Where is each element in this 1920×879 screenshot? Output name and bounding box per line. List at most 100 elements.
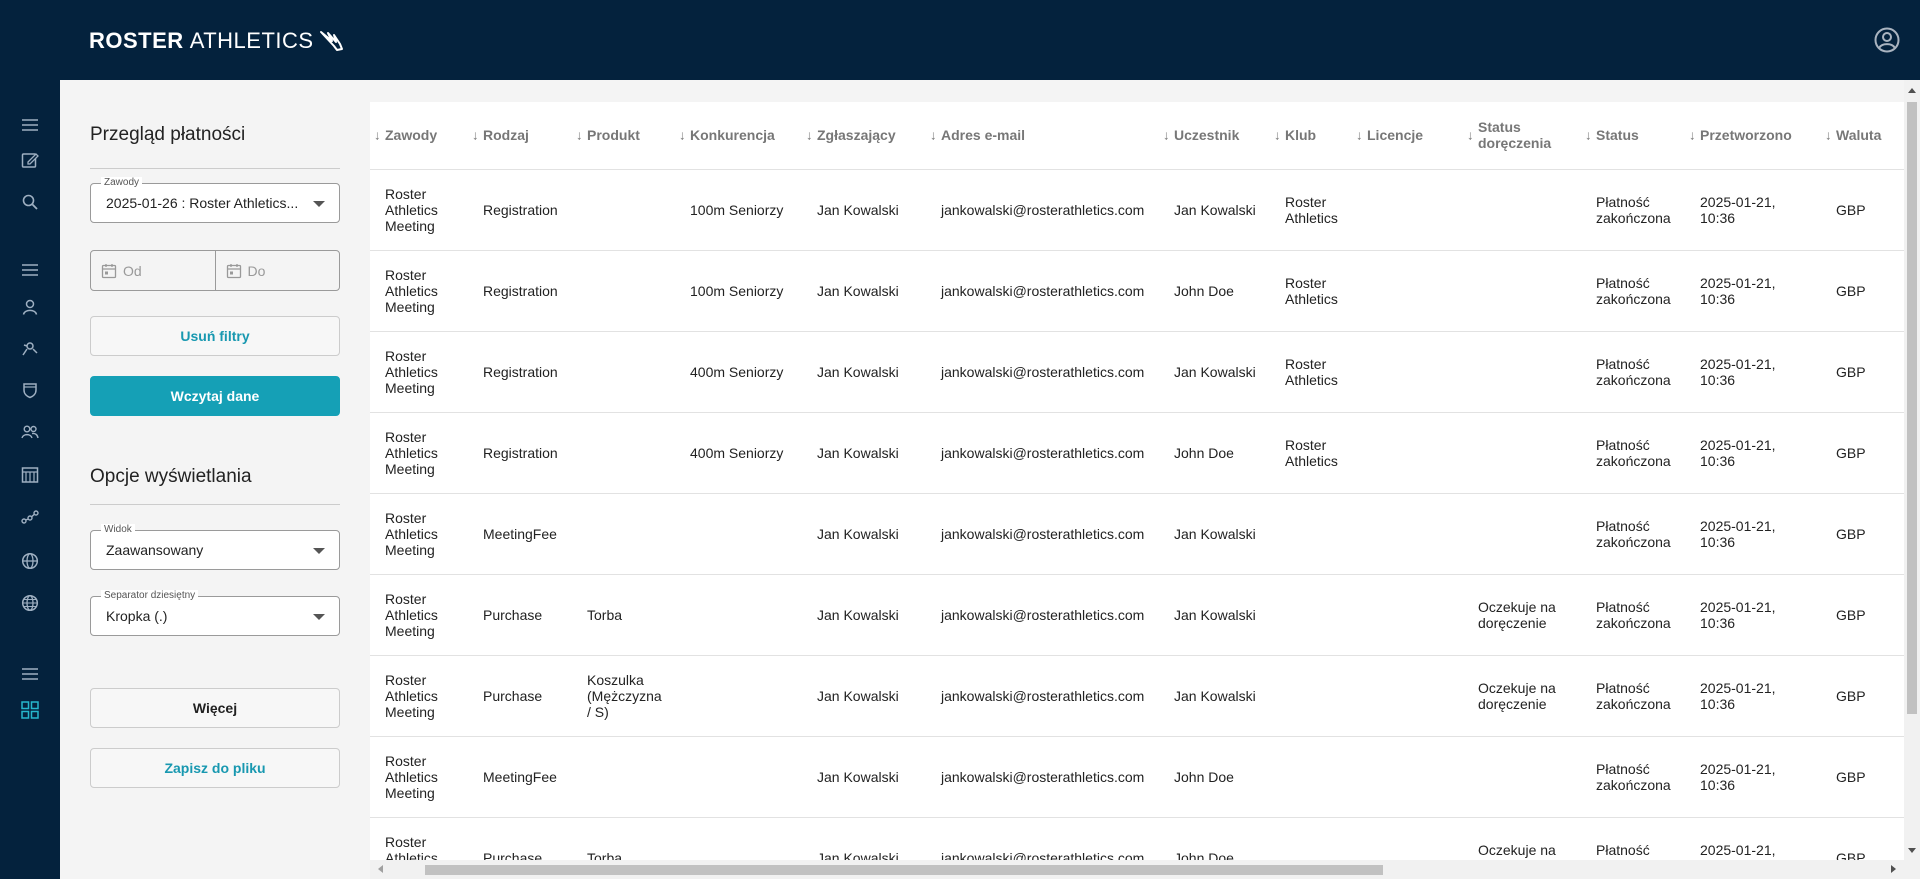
horizontal-scrollbar[interactable] (370, 860, 1904, 879)
person-icon[interactable] (20, 297, 40, 317)
table-cell: Roster Athletics (1270, 331, 1352, 413)
column-header[interactable]: ↓ Adres e-mail (926, 102, 1159, 170)
table-cell: Płatność zakończona (1581, 574, 1685, 656)
table-cell: 100m Seniorzy (675, 169, 802, 251)
more-button[interactable]: Więcej (90, 688, 340, 728)
table-cell: jankowalski@rosterathletics.com (926, 169, 1159, 251)
save-to-file-button[interactable]: Zapisz do pliku (90, 748, 340, 788)
scroll-left-icon[interactable] (378, 865, 383, 873)
people-icon[interactable] (20, 422, 40, 442)
column-header[interactable]: ↓ Produkt (572, 102, 675, 170)
table-cell: Płatność zakończona (1581, 331, 1685, 413)
column-header[interactable]: ↓ Uczestnik (1159, 102, 1270, 170)
sort-arrow-icon[interactable]: ↓ (1689, 128, 1696, 143)
view-label: Widok (101, 524, 135, 536)
edit-icon[interactable] (20, 150, 40, 170)
table-row[interactable]: Roster Athletics Meeting Registration 400m… (370, 331, 1904, 413)
cell-text: 2025-01-21, 10:36 (1700, 436, 1776, 469)
competition-label: Zawody (101, 177, 143, 189)
table-row[interactable]: Roster Athletics Meeting Purchase Koszulka… (370, 655, 1904, 737)
menu-icon[interactable] (20, 664, 40, 684)
sort-arrow-icon[interactable]: ↓ (930, 128, 937, 143)
table-row[interactable]: Roster Athletics Meeting MeetingFee Jan Ko… (370, 493, 1904, 575)
table-row[interactable]: Roster Athletics Meeting Purchase Torba Jan… (370, 817, 1904, 860)
table-cell: Torba (572, 817, 675, 860)
scroll-up-icon[interactable] (1908, 88, 1916, 93)
scrollbar-thumb[interactable] (1907, 102, 1917, 714)
view-select[interactable]: Widok Zaawansowany (90, 524, 340, 570)
brand-logo[interactable]: ROSTER ATHLETICS (89, 28, 346, 54)
sort-arrow-icon[interactable]: ↓ (1585, 128, 1592, 143)
cell-text: 2025-01-21, 10:36 (1700, 679, 1776, 712)
table-cell: GBP (1821, 574, 1904, 656)
menu-icon[interactable] (20, 115, 40, 135)
globe-icon[interactable] (20, 593, 40, 613)
table-cell: Jan Kowalski (1159, 493, 1270, 575)
cell-text: Płatność zakończona (1596, 598, 1671, 631)
sort-arrow-icon[interactable]: ↓ (1356, 128, 1363, 143)
date-to-input[interactable]: Do (216, 251, 340, 290)
table-cell: Płatność zakończona (1581, 736, 1685, 818)
table-row[interactable]: Roster Athletics Meeting Registration 100m… (370, 169, 1904, 251)
scroll-right-icon[interactable] (1891, 865, 1896, 873)
sort-arrow-icon[interactable]: ↓ (1163, 128, 1170, 143)
table-cell: Registration (468, 169, 572, 251)
table-cell (1352, 412, 1463, 494)
table-cell (1270, 574, 1352, 656)
scrollbar-thumb[interactable] (425, 865, 1383, 875)
sort-arrow-icon[interactable]: ↓ (576, 128, 583, 143)
table-cell: Roster Athletics Meeting (370, 817, 468, 860)
vertical-scrollbar[interactable] (1904, 80, 1920, 861)
sort-arrow-icon[interactable]: ↓ (1467, 128, 1474, 143)
decimal-separator-select[interactable]: Separator dziesiętny Kropka (.) (90, 590, 340, 636)
table-row[interactable]: Roster Athletics Meeting MeetingFee Jan Ko… (370, 736, 1904, 818)
globe-icon[interactable] (20, 551, 40, 571)
table-cell (1352, 574, 1463, 656)
column-header-label: Rodzaj (483, 127, 529, 144)
table-cell: Jan Kowalski (802, 331, 926, 413)
competition-select[interactable]: Zawody 2025-01-26 : Roster Athletics... (90, 177, 340, 223)
column-header[interactable]: ↓ Waluta (1821, 102, 1904, 170)
person-run-icon[interactable] (20, 338, 40, 358)
table-cell: Jan Kowalski (1159, 574, 1270, 656)
column-header[interactable]: ↓ Zgłaszający (802, 102, 926, 170)
chevron-down-icon (313, 614, 325, 620)
table-cell: John Doe (1159, 817, 1270, 860)
sort-arrow-icon[interactable]: ↓ (1825, 128, 1832, 143)
search-icon[interactable] (20, 192, 40, 212)
table-cell (572, 169, 675, 251)
sort-arrow-icon[interactable]: ↓ (1274, 128, 1281, 143)
clear-filters-button[interactable]: Usuń filtry (90, 316, 340, 356)
account-icon[interactable] (1874, 27, 1900, 53)
sort-arrow-icon[interactable]: ↓ (472, 128, 479, 143)
column-header[interactable]: ↓ Status (1581, 102, 1685, 170)
table-cell (572, 412, 675, 494)
menu-icon[interactable] (20, 260, 40, 280)
column-header[interactable]: ↓ Konkurencja (675, 102, 802, 170)
relay-icon[interactable] (20, 507, 40, 527)
sort-arrow-icon[interactable]: ↓ (806, 128, 813, 143)
shield-icon[interactable] (20, 380, 40, 400)
cell-text: Płatność zakończona (1596, 679, 1671, 712)
table-cell: GBP (1821, 412, 1904, 494)
column-header[interactable]: ↓ Status doręczenia (1463, 102, 1581, 170)
table-cell: jankowalski@rosterathletics.com (926, 412, 1159, 494)
load-data-button[interactable]: Wczytaj dane (90, 376, 340, 416)
table-row[interactable]: Roster Athletics Meeting Registration 400m… (370, 412, 1904, 494)
scroll-down-icon[interactable] (1908, 848, 1916, 853)
dashboard-icon[interactable] (20, 700, 40, 720)
date-from-input[interactable]: Od (91, 251, 216, 290)
table-row[interactable]: Roster Athletics Meeting Registration 100m… (370, 250, 1904, 332)
calendar-grid-icon[interactable] (20, 465, 40, 485)
column-header[interactable]: ↓ Licencje (1352, 102, 1463, 170)
cell-text: Płatność zakończona (1596, 760, 1671, 793)
table-cell: 2025-01-21, 10:36 (1685, 493, 1821, 575)
sort-arrow-icon[interactable]: ↓ (679, 128, 686, 143)
column-header[interactable]: ↓ Rodzaj (468, 102, 572, 170)
column-header[interactable]: ↓ Zawody (370, 102, 468, 170)
table-row[interactable]: Roster Athletics Meeting Purchase Torba Jan… (370, 574, 1904, 656)
sort-arrow-icon[interactable]: ↓ (374, 128, 381, 143)
column-header[interactable]: ↓ Klub (1270, 102, 1352, 170)
table-cell (1352, 817, 1463, 860)
column-header[interactable]: ↓ Przetworzono (1685, 102, 1821, 170)
